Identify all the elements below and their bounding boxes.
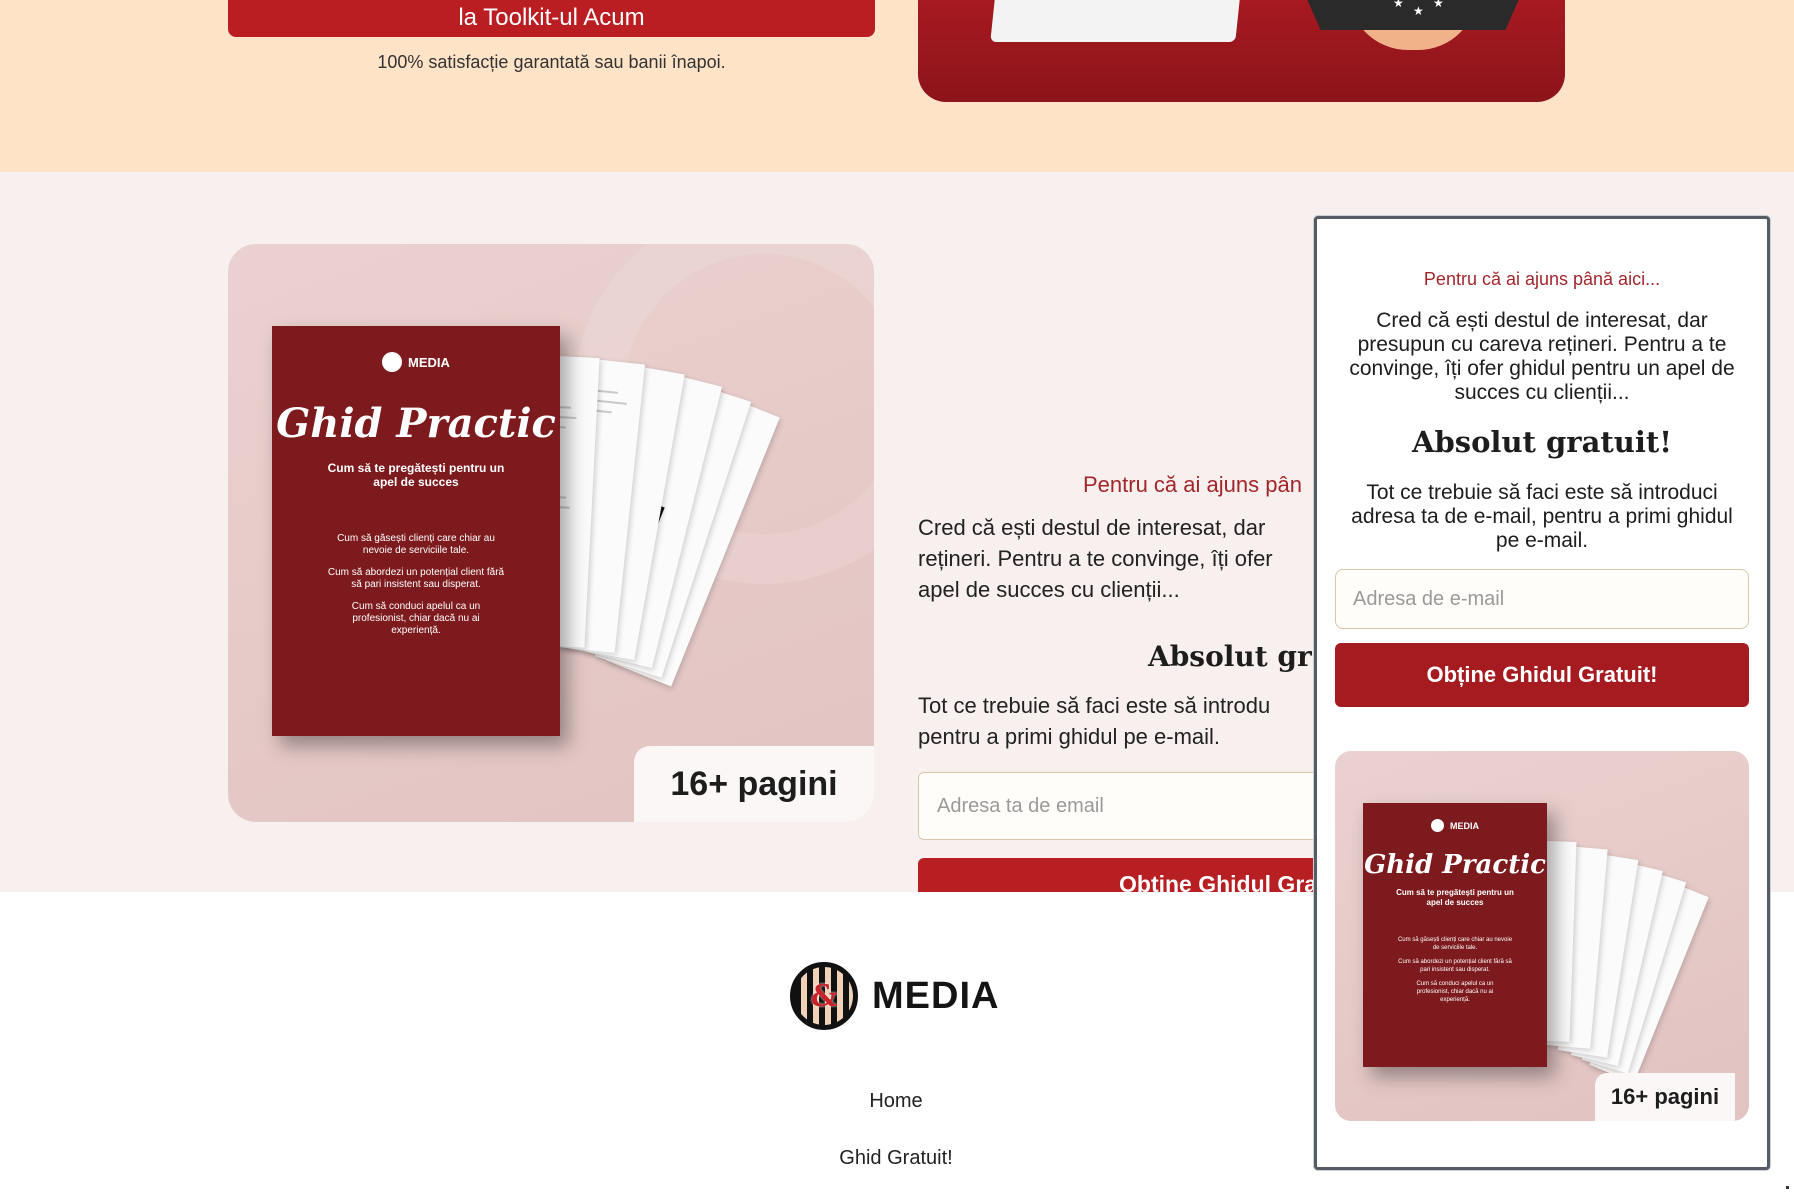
email-input[interactable]: Adresa ta de email [918,772,1338,840]
popup-subhead: Pentru că ai ajuns până aici... [1423,269,1661,289]
popup-pages-count-badge: 16+ pagini [1595,1073,1735,1121]
media-logo-icon [382,352,403,372]
guide-cover-image: MEDIA Ghid Practic Cum să te pregătești … [228,244,874,822]
logo-glyph: & [810,978,838,1014]
book-logo: MEDIA [1363,819,1547,832]
pages-count-badge: 16+ pagini [634,746,874,822]
book-logo: MEDIA [272,352,560,372]
offer-body-line: Cred că ești destul de interesat, dar [918,515,1266,540]
popup-heading: Absolut gratuit! [1411,425,1672,459]
guide-book-cover: MEDIA Ghid Practic Cum să te pregătești … [272,326,560,736]
book-brand: MEDIA [408,354,450,370]
book-bullet: Cum să conduci apelul ca un profesionist… [351,601,481,636]
footer-brand: MEDIA [872,974,1000,1017]
media-logo-icon: & [790,962,858,1030]
offer-body-line: Tot ce trebuie să faci este să introdu [918,693,1271,718]
footer-link-free-guide[interactable]: Ghid Gratuit! [746,1147,1046,1170]
offer-subhead: Pentru că ai ajuns pân [1083,472,1302,497]
popup-get-guide-button[interactable]: Obține Ghidul Gratuit! [1335,643,1749,707]
offer-body-line: apel de succes cu clienții... [918,577,1180,602]
toolkit-mockup-image: ★ ★ ★ [918,0,1565,102]
book-bullet: Cum să abordezi un potențial client fără… [327,567,505,590]
get-toolkit-button[interactable]: la Toolkit-ul Acum [228,0,875,37]
book-title: Ghid Practic [1364,850,1546,880]
star-icon: ★ [1433,0,1444,10]
book-title: Ghid Practic [276,400,556,447]
popup-email-input[interactable]: Adresa de e-mail [1335,569,1749,629]
book-subtitle: Cum să te pregătești pentru un apel de s… [1396,888,1514,907]
offer-body-line: rețineri. Pentru a te convinge, îți ofer [918,546,1273,571]
top-section: la Toolkit-ul Acum 100% satisfacție gara… [0,0,1794,172]
offer-body: Cred că ești destul de interesat, dar re… [918,512,1338,605]
book-subtitle: Cum să te pregătești pentru un apel de s… [327,461,505,489]
media-logo-icon [1431,819,1444,832]
star-icon: ★ [1393,0,1404,10]
guarantee-text: 100% satisfacție garantată sau banii îna… [377,52,726,72]
footer-logo[interactable]: & MEDIA [790,962,999,1030]
footer-link-home[interactable]: Home [746,1090,1046,1113]
book-bullet: Cum să găsești clienți care chiar au nev… [337,533,495,556]
offer-body-line: pentru a primi ghidul pe e-mail. [918,724,1221,749]
lead-capture-popup: Pentru că ai ajuns până aici... Cred că … [1314,216,1770,1170]
popup-corner-marker [1786,1186,1789,1189]
screen-mockup [990,0,1241,42]
popup-guide-book-cover: MEDIA Ghid Practic Cum să te pregătești … [1363,803,1547,1067]
popup-guide-image: MEDIA Ghid Practic Cum să te pregătești … [1335,751,1749,1121]
book-brand: MEDIA [1450,820,1479,831]
offer-body-2: Tot ce trebuie să faci este să introdu p… [918,690,1270,752]
book-bullet: Cum să abordezi un potențial client fără… [1398,959,1512,973]
popup-body-2: Tot ce trebuie să faci este să introduci… [1351,481,1733,552]
star-icon: ★ [1413,4,1424,18]
popup-body: Cred că ești destul de interesat, dar pr… [1349,309,1735,404]
book-bullet: Cum să conduci apelul ca un profesionist… [1416,981,1494,1003]
book-bullet: Cum să găsești clienți care chiar au nev… [1397,937,1513,951]
